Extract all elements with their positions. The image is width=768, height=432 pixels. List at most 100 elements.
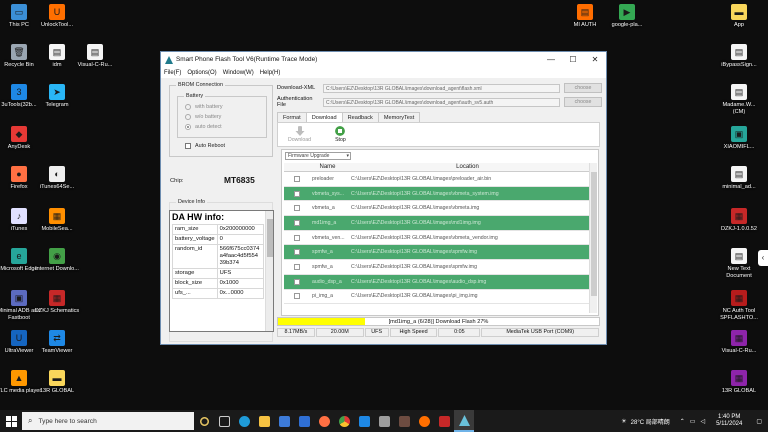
partition-row[interactable]: spmfw_a C:\Users\EZ\Desktop\13R GLOBAL\im…: [284, 260, 589, 275]
desktop-icon[interactable]: ◆ AnyDesk: [0, 126, 42, 151]
hw-info-title: DA HW info:: [172, 212, 225, 222]
desktop-icon[interactable]: ▤ minimal_ad...: [716, 166, 762, 191]
start-button[interactable]: [0, 410, 22, 432]
partition-row[interactable]: vbmeta_sys... C:\Users\EZ\Desktop\13R GLO…: [284, 186, 589, 202]
hw-info-value: UFS: [216, 268, 265, 279]
firefox-taskbar-icon[interactable]: [314, 410, 334, 432]
close-button[interactable]: ✕: [584, 52, 606, 67]
flash-tool-taskbar-icon[interactable]: [454, 410, 474, 432]
partition-list-scrollbar[interactable]: [589, 163, 597, 313]
choose-xml-button[interactable]: choose: [564, 83, 602, 93]
auth-file-field[interactable]: C:\Users\EZ\Desktop\13R GLOBAL\images\do…: [323, 97, 560, 107]
edge-icon[interactable]: [234, 410, 254, 432]
stop-button[interactable]: Stop: [335, 126, 346, 146]
mode-select[interactable]: Firmware Upgrade ▾: [285, 152, 351, 160]
desktop-icon[interactable]: ▦ NC Auth Tool SPFLASHTO...: [716, 290, 762, 321]
partition-checkbox[interactable]: [284, 190, 309, 197]
cortana-icon[interactable]: [194, 410, 214, 432]
desktop-icon[interactable]: ▤ Visual-C-Ru...: [72, 44, 118, 69]
network-icon[interactable]: ▭: [690, 418, 696, 425]
desktop-icon-label: Firefox: [10, 184, 28, 190]
partition-row[interactable]: vbmeta_a C:\Users\EZ\Desktop\13R GLOBAL\i…: [284, 201, 589, 217]
partition-checkbox[interactable]: [284, 278, 309, 285]
menu-window[interactable]: Window(W): [223, 70, 254, 76]
partition-checkbox[interactable]: [284, 263, 309, 270]
desktop-icon[interactable]: ▤ MI AUTH: [562, 4, 608, 29]
download-xml-field[interactable]: C:\Users\EZ\Desktop\13R GLOBAL\images\do…: [323, 83, 560, 93]
clock[interactable]: 1:40 PM 5/11/2024: [716, 414, 742, 428]
choose-auth-button[interactable]: choose: [564, 97, 602, 107]
desktop-icon[interactable]: ▬ App: [716, 4, 762, 29]
windows-logo-icon: [5, 415, 17, 427]
partition-row[interactable]: vbmeta_ven... C:\Users\EZ\Desktop\13R GLO…: [284, 231, 589, 246]
desktop-icon-label: New Text Document: [726, 266, 752, 279]
desktop-icon[interactable]: ▶ google-pla...: [604, 4, 650, 29]
desktop-icon[interactable]: ▦ MobileSea...: [34, 208, 80, 233]
partition-checkbox[interactable]: [284, 219, 309, 226]
taskbar-search[interactable]: ⌕ Type here to search: [22, 412, 194, 430]
desktop-icon-label: Madame.W... (CM): [722, 102, 756, 115]
desktop-icon[interactable]: ▬ 13R GLOBAL: [34, 370, 80, 395]
desktop-icon[interactable]: ▦ DZKJ-1.0.0.52: [716, 208, 762, 233]
radio-auto-detect[interactable]: auto detect: [185, 122, 223, 132]
minimize-button[interactable]: —: [540, 52, 562, 67]
desktop-icon[interactable]: ◐ iTunes64Se...: [34, 166, 80, 191]
hw-info-scrollbar[interactable]: [265, 211, 273, 331]
partition-checkbox[interactable]: [284, 205, 309, 212]
maximize-button[interactable]: ☐: [562, 52, 584, 67]
desktop-icon[interactable]: ▦ 13R GLOBAL: [716, 370, 762, 395]
partition-row[interactable]: pi_img_a C:\Users\EZ\Desktop\13R GLOBAL\i…: [284, 290, 589, 305]
radio-with-battery-label: with battery: [195, 104, 223, 110]
desktop-icon[interactable]: U UnlockTool...: [34, 4, 80, 29]
desktop-app-icon: ▶: [619, 4, 635, 20]
partition-row[interactable]: md1img_a C:\Users\EZ\Desktop\13R GLOBAL\i…: [284, 216, 589, 231]
orange-app-taskbar-icon[interactable]: [414, 410, 434, 432]
menu-options[interactable]: Options(O): [187, 70, 216, 76]
desktop-icon[interactable]: ◉ Internet Downlo...: [34, 248, 80, 273]
partition-row[interactable]: spmfw_a C:\Users\EZ\Desktop\13R GLOBAL\im…: [284, 245, 589, 261]
volume-icon[interactable]: ◁: [700, 418, 705, 425]
desktop-app-icon: ◉: [49, 248, 65, 264]
partition-checkbox[interactable]: [284, 249, 309, 256]
desktop-app-icon: ▦: [731, 290, 747, 306]
tray-overflow-icon[interactable]: ⌃: [680, 418, 685, 425]
partition-checkbox[interactable]: [284, 175, 309, 182]
hw-info-row: block_size 0x1000: [172, 278, 265, 289]
menu-help[interactable]: Help(H): [260, 70, 281, 76]
desktop-icon[interactable]: ⇄ TeamViewer: [34, 330, 80, 355]
partition-location: C:\Users\EZ\Desktop\13R GLOBAL\images\sp…: [351, 249, 477, 256]
app-taskbar-icon[interactable]: [374, 410, 394, 432]
chrome-taskbar-icon[interactable]: [334, 410, 354, 432]
task-view-icon[interactable]: [214, 410, 234, 432]
radio-without-battery[interactable]: w/o battery: [185, 112, 223, 122]
auto-reboot-checkbox[interactable]: Auto Reboot: [185, 143, 225, 149]
menu-file[interactable]: File(F): [164, 70, 181, 76]
3utools-taskbar-icon[interactable]: [354, 410, 374, 432]
partition-row[interactable]: audio_dsp_a C:\Users\EZ\Desktop\13R GLOBA…: [284, 274, 589, 290]
desktop-icon[interactable]: ▤ New Text Document: [716, 248, 762, 279]
desktop-icon[interactable]: ▦ DZKJ Schematics: [34, 290, 80, 315]
desktop-icon[interactable]: ▦ Visual-C-Ru...: [716, 330, 762, 355]
file-explorer-icon[interactable]: [254, 410, 274, 432]
dzkj-taskbar-icon[interactable]: [434, 410, 454, 432]
partition-checkbox[interactable]: [284, 234, 309, 241]
clock-time: 1:40 PM: [718, 414, 741, 420]
notification-icon[interactable]: ▢: [756, 418, 762, 425]
partition-row[interactable]: preloader C:\Users\EZ\Desktop\13R GLOBAL\…: [284, 172, 589, 187]
desktop-icon[interactable]: ➤ Telegram: [34, 84, 80, 109]
desktop-icon[interactable]: ▤ Madame.W... (CM): [716, 84, 762, 115]
title-bar[interactable]: Smart Phone Flash Tool V6(Runtime Trace …: [161, 52, 606, 67]
mail-icon[interactable]: [294, 410, 314, 432]
radio-with-battery[interactable]: with battery: [185, 102, 223, 112]
side-panel-handle[interactable]: ‹: [758, 250, 768, 266]
unlocktool-taskbar-icon[interactable]: [394, 410, 414, 432]
app-logo-icon: [165, 55, 173, 64]
desktop-icon-label: 13R GLOBAL: [39, 388, 75, 394]
desktop-icon[interactable]: ▣ XIAOMIFL...: [716, 126, 762, 151]
desktop-icon[interactable]: ▤ iBypassSign...: [716, 44, 762, 69]
download-button[interactable]: Download: [288, 126, 311, 146]
weather-text[interactable]: 28°C 局部晴朗: [631, 417, 670, 426]
partition-checkbox[interactable]: [284, 293, 309, 300]
partition-location: C:\Users\EZ\Desktop\13R GLOBAL\images\pr…: [351, 175, 492, 182]
store-icon[interactable]: [274, 410, 294, 432]
